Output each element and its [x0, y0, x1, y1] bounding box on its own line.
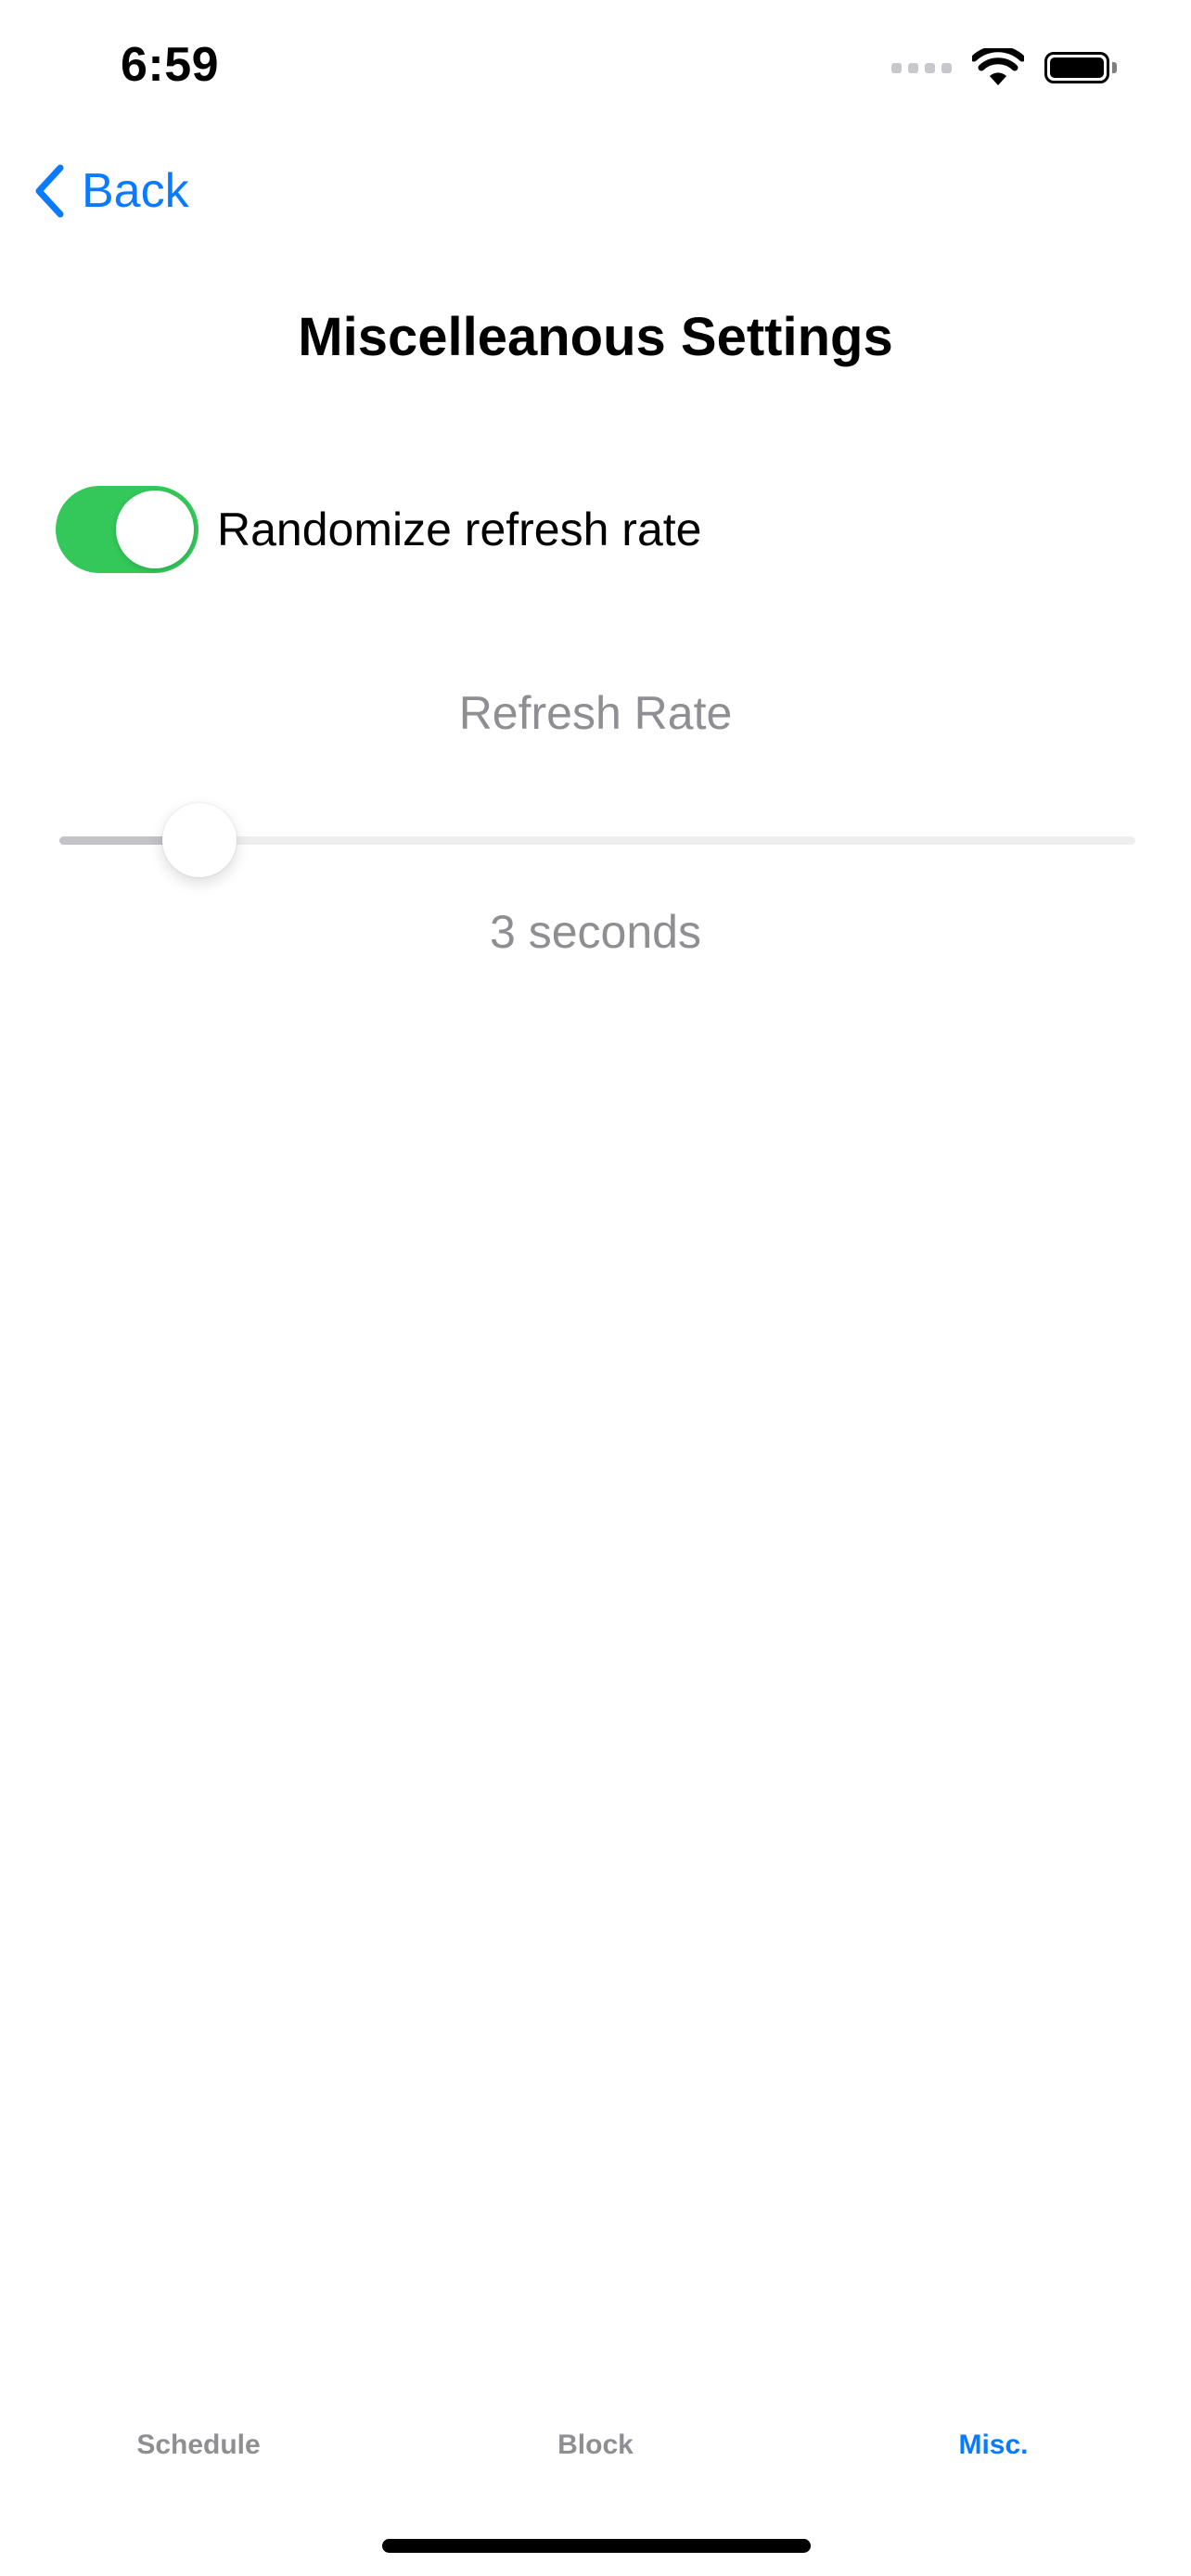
refresh-rate-value: 3 seconds — [490, 906, 701, 958]
wifi-icon — [972, 48, 1024, 85]
refresh-rate-title: Refresh Rate — [458, 687, 733, 739]
tab-misc[interactable]: Misc. — [854, 2429, 1133, 2461]
tab-bar: Schedule Block Misc. — [0, 2429, 1191, 2504]
refresh-rate-slider[interactable] — [59, 803, 1135, 877]
cellular-signal-icon — [891, 62, 952, 73]
tab-block[interactable]: Block — [456, 2429, 735, 2461]
home-indicator — [382, 2539, 811, 2553]
back-label: Back — [82, 164, 189, 218]
toggle-knob — [116, 491, 194, 568]
randomize-refresh-label: Randomize refresh rate — [217, 504, 702, 555]
back-button[interactable]: Back — [33, 163, 189, 219]
slider-thumb[interactable] — [161, 803, 237, 877]
status-indicators — [891, 48, 1117, 87]
randomize-refresh-toggle[interactable] — [56, 486, 198, 573]
randomize-refresh-row: Randomize refresh rate — [56, 486, 701, 573]
status-time: 6:59 — [121, 38, 220, 92]
chevron-left-icon — [35, 164, 64, 218]
tab-schedule[interactable]: Schedule — [59, 2429, 338, 2461]
page-title: Miscelleanous Settings — [298, 307, 893, 367]
battery-full-icon — [1044, 52, 1117, 83]
